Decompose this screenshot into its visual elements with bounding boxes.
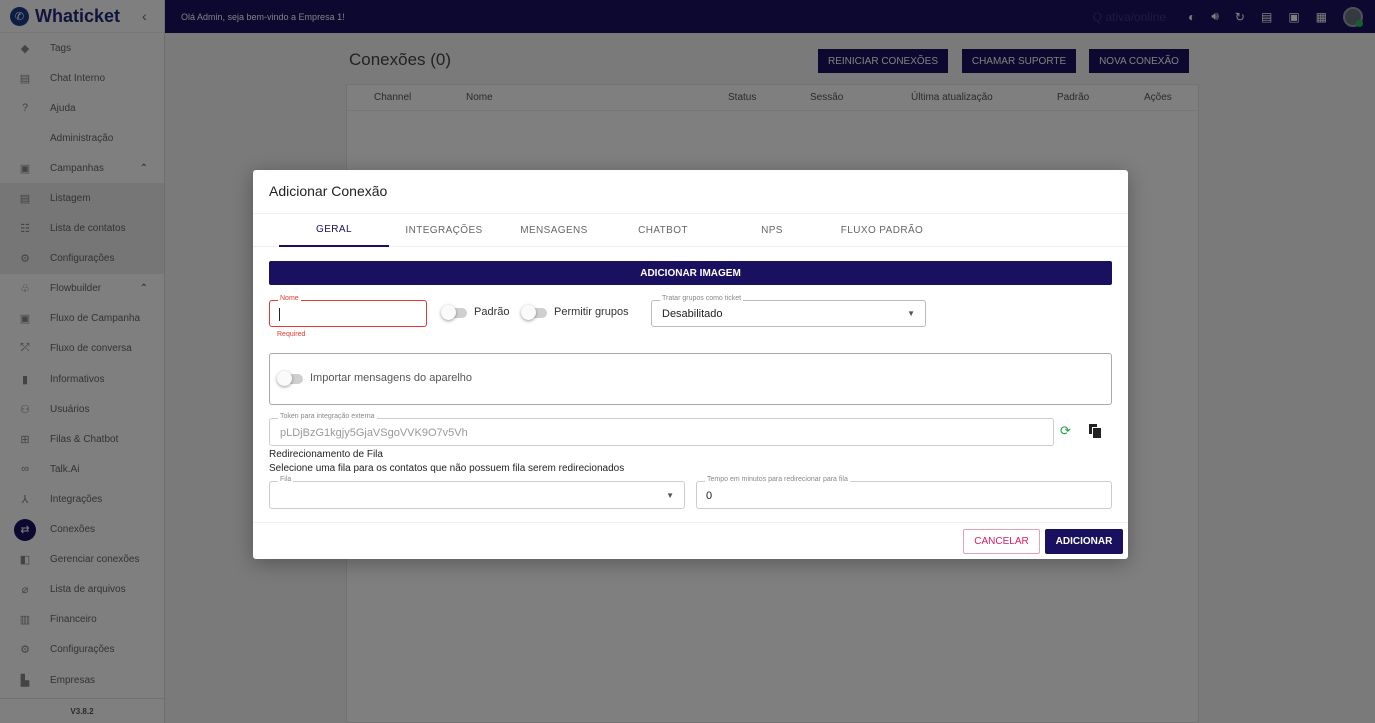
tab-mensagens[interactable]: MENSAGENS	[499, 214, 609, 247]
add-image-button[interactable]: ADICIONAR IMAGEM	[269, 261, 1112, 285]
tab-geral[interactable]: GERAL	[279, 214, 389, 247]
dropdown-arrow-icon: ▼	[666, 491, 674, 500]
queue-redirect-title: Redirecionamento de Fila	[269, 449, 383, 460]
tab-chatbot[interactable]: CHATBOT	[609, 214, 717, 247]
queue-redirect-description: Selecione uma fila para os contatos que …	[269, 463, 625, 474]
text-cursor	[279, 308, 280, 321]
queue-select[interactable]: Fila ▼	[269, 476, 685, 509]
name-field[interactable]: Nome	[269, 295, 427, 327]
dialog-divider	[253, 522, 1128, 523]
group-ticket-select[interactable]: Tratar grupos como ticket Desabilitado ▼	[651, 295, 926, 327]
token-value: pLDjBzG1kgjy5GjaVSgoVVK9O7v5Vh	[280, 427, 468, 439]
group-ticket-select-value: Desabilitado	[662, 308, 723, 320]
default-toggle[interactable]	[441, 305, 467, 320]
tab-nps[interactable]: NPS	[717, 214, 827, 247]
required-hint: Required	[277, 331, 306, 338]
dialog-tabs: GERAL INTEGRAÇÕES MENSAGENS CHATBOT NPS …	[253, 213, 1128, 247]
redirect-time-field[interactable]: Tempo em minutos para redirecionar para …	[696, 476, 1112, 509]
queue-select-label: Fila	[278, 476, 294, 483]
import-messages-label: Importar mensagens do aparelho	[310, 372, 473, 384]
dialog-title: Adicionar Conexão	[269, 183, 388, 199]
dropdown-arrow-icon: ▼	[907, 309, 915, 318]
refresh-token-icon[interactable]: ⟳	[1060, 423, 1071, 439]
allow-groups-toggle[interactable]	[521, 305, 547, 320]
token-field-label: Token para integração externa	[278, 413, 377, 420]
import-messages-toggle[interactable]	[277, 371, 303, 386]
tab-fluxo-padrao[interactable]: FLUXO PADRÃO	[827, 214, 937, 247]
group-ticket-select-label: Tratar grupos como ticket	[660, 295, 744, 302]
name-field-label: Nome	[278, 295, 301, 302]
tab-integracoes[interactable]: INTEGRAÇÕES	[389, 214, 499, 247]
copy-token-icon[interactable]	[1089, 424, 1102, 439]
redirect-time-value: 0	[706, 490, 713, 502]
redirect-time-label: Tempo em minutos para redirecionar para …	[705, 476, 850, 483]
token-field[interactable]: Token para integração externa pLDjBzG1kg…	[269, 413, 1054, 446]
default-toggle-label: Padrão	[474, 306, 510, 318]
cancel-button[interactable]: CANCELAR	[963, 529, 1040, 554]
import-messages-box: Importar mensagens do aparelho	[269, 353, 1112, 405]
add-connection-dialog: Adicionar Conexão GERAL INTEGRAÇÕES MENS…	[253, 170, 1128, 559]
allow-groups-toggle-label: Permitir grupos	[554, 306, 629, 318]
add-button[interactable]: ADICIONAR	[1045, 529, 1123, 554]
